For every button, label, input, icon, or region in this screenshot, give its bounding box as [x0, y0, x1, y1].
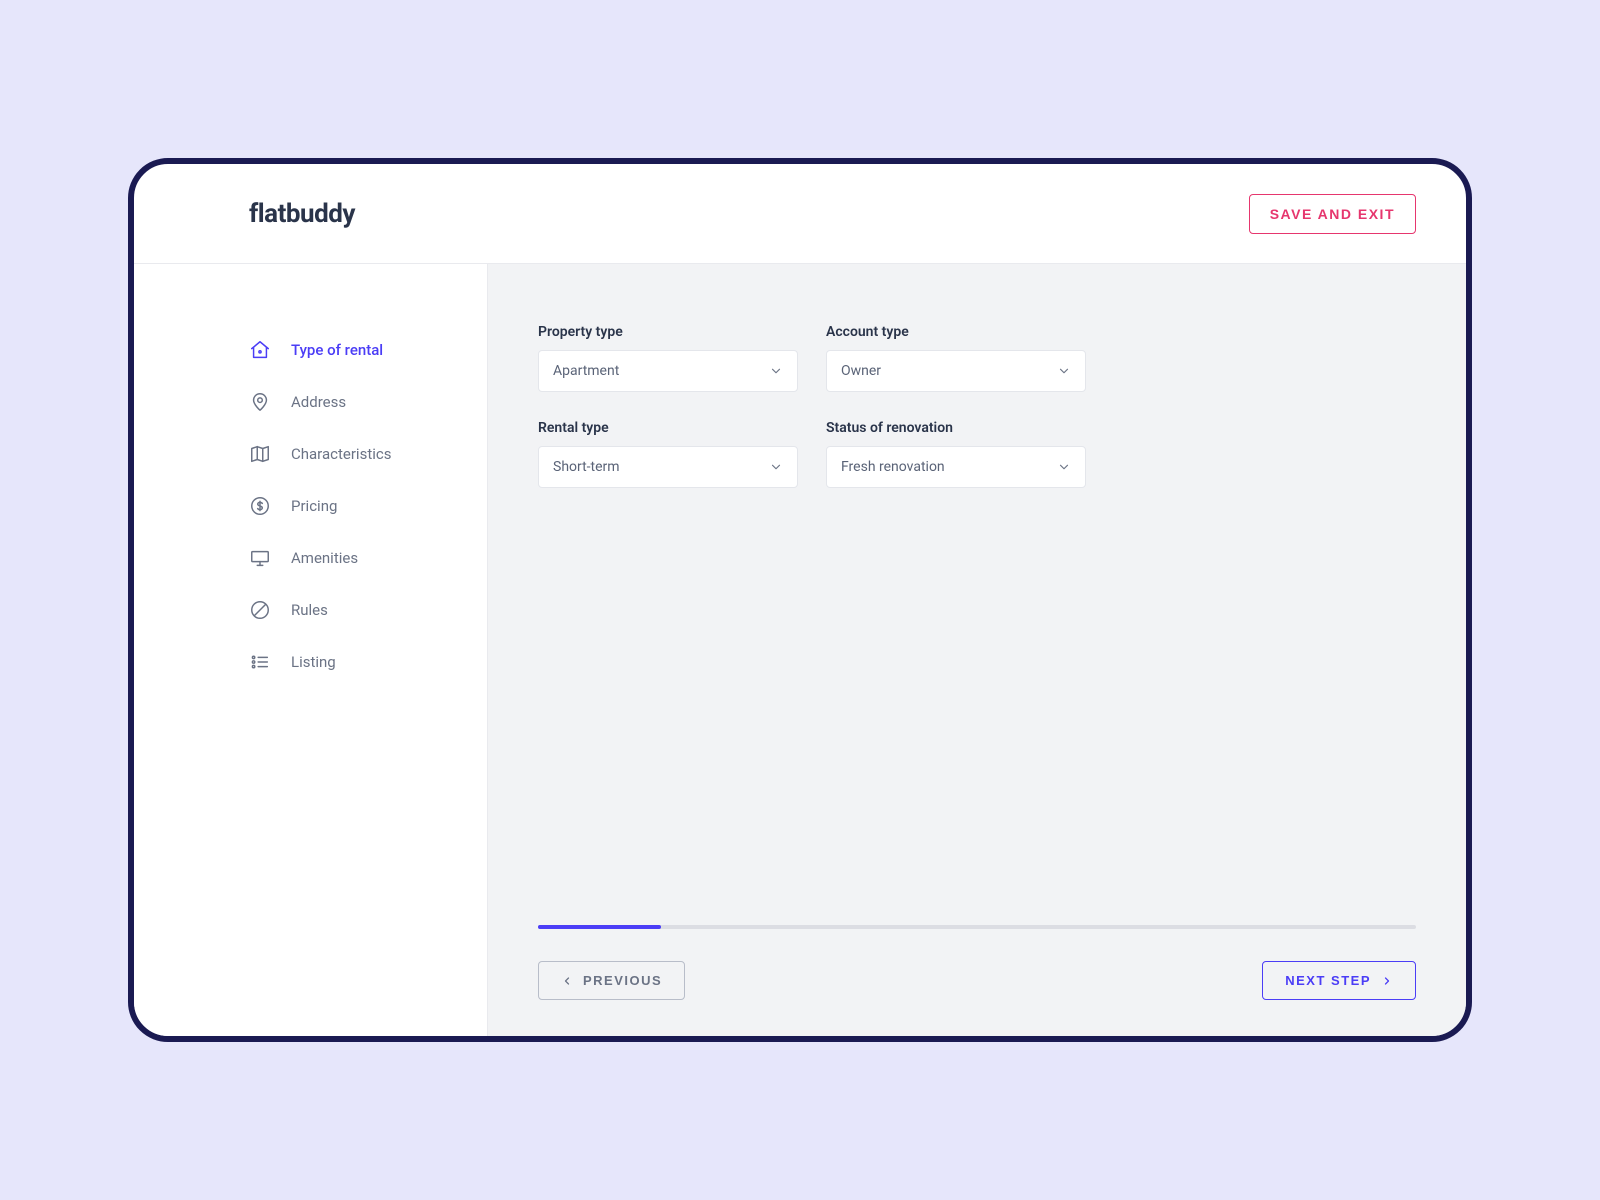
select-value: Fresh renovation [841, 459, 945, 475]
pin-icon [249, 391, 271, 413]
field-property-type: Property type Apartment [538, 324, 798, 392]
field-label: Property type [538, 324, 798, 340]
form-area: Property type Apartment Rental type Shor… [538, 324, 1416, 925]
select-value: Apartment [553, 363, 619, 379]
sidebar-item-label: Characteristics [291, 445, 391, 463]
monitor-icon [249, 547, 271, 569]
logo: flatbuddy [249, 199, 355, 229]
sidebar-item-characteristics[interactable]: Characteristics [249, 428, 487, 480]
sidebar-item-label: Listing [291, 653, 336, 671]
button-label: NEXT STEP [1285, 973, 1371, 988]
field-renovation-status: Status of renovation Fresh renovation [826, 420, 1086, 488]
map-icon [249, 443, 271, 465]
button-label: PREVIOUS [583, 973, 662, 988]
sidebar-item-pricing[interactable]: Pricing [249, 480, 487, 532]
renovation-status-select[interactable]: Fresh renovation [826, 446, 1086, 488]
chevron-down-icon [769, 364, 783, 378]
sidebar-item-label: Pricing [291, 497, 337, 515]
sidebar-item-label: Address [291, 393, 346, 411]
sidebar-item-label: Type of rental [291, 341, 383, 359]
save-and-exit-button[interactable]: SAVE AND EXIT [1249, 194, 1416, 234]
dollar-circle-icon [249, 495, 271, 517]
main-content: Property type Apartment Rental type Shor… [488, 264, 1466, 1036]
field-label: Status of renovation [826, 420, 1086, 436]
prohibit-icon [249, 599, 271, 621]
field-rental-type: Rental type Short-term [538, 420, 798, 488]
header: flatbuddy SAVE AND EXIT [134, 164, 1466, 264]
next-step-button[interactable]: NEXT STEP [1262, 961, 1416, 1000]
body: Type of rental Address Characteristics P… [134, 264, 1466, 1036]
progress-bar [538, 925, 1416, 929]
sidebar-item-type-of-rental[interactable]: Type of rental [249, 324, 487, 376]
sidebar-item-amenities[interactable]: Amenities [249, 532, 487, 584]
chevron-down-icon [1057, 460, 1071, 474]
progress-fill [538, 925, 661, 929]
previous-button[interactable]: PREVIOUS [538, 961, 685, 1000]
list-icon [249, 651, 271, 673]
sidebar-item-label: Rules [291, 601, 328, 619]
field-account-type: Account type Owner [826, 324, 1086, 392]
select-value: Owner [841, 363, 881, 379]
chevron-down-icon [1057, 364, 1071, 378]
property-type-select[interactable]: Apartment [538, 350, 798, 392]
rental-type-select[interactable]: Short-term [538, 446, 798, 488]
field-label: Rental type [538, 420, 798, 436]
chevron-left-icon [561, 975, 573, 987]
sidebar-item-rules[interactable]: Rules [249, 584, 487, 636]
chevron-right-icon [1381, 975, 1393, 987]
footer-buttons: PREVIOUS NEXT STEP [538, 961, 1416, 1000]
sidebar-item-address[interactable]: Address [249, 376, 487, 428]
sidebar: Type of rental Address Characteristics P… [134, 264, 488, 1036]
app-window: flatbuddy SAVE AND EXIT Type of rental A… [128, 158, 1472, 1042]
chevron-down-icon [769, 460, 783, 474]
house-icon [249, 339, 271, 361]
select-value: Short-term [553, 459, 620, 475]
sidebar-item-listing[interactable]: Listing [249, 636, 487, 688]
field-label: Account type [826, 324, 1086, 340]
sidebar-item-label: Amenities [291, 549, 358, 567]
account-type-select[interactable]: Owner [826, 350, 1086, 392]
